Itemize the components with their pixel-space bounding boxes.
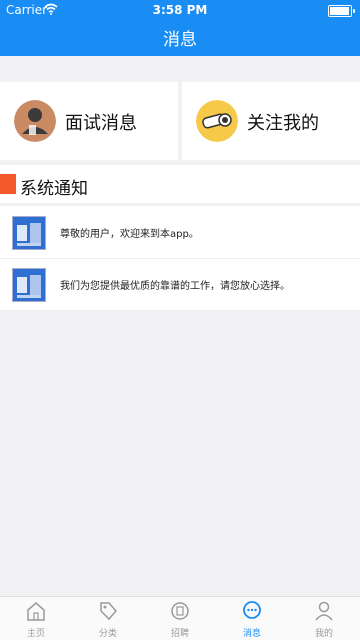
tab-home[interactable]: 主页 — [0, 597, 72, 640]
system-notice-header: 系统通知 — [0, 165, 360, 203]
tab-hire[interactable]: 招聘 — [144, 597, 216, 640]
status-bar: Carrier 3:58 PM — [0, 0, 360, 20]
tab-messages[interactable]: 消息 — [216, 597, 288, 640]
app-logo-icon — [12, 268, 46, 302]
tag-icon — [100, 602, 117, 621]
quick-cards: 面试消息 关注我的 — [0, 82, 360, 160]
interview-messages-label: 面试消息 — [65, 113, 137, 134]
tab-label: 招聘 — [170, 629, 189, 639]
tab-label: 我的 — [314, 629, 333, 639]
notification-text: 尊敬的用户，欢迎来到本app。 — [60, 229, 199, 240]
list-item[interactable]: 我们为您提供最优质的靠谱的工作，请您放心选择。 — [0, 258, 360, 311]
list-item[interactable]: 尊敬的用户，欢迎来到本app。 — [0, 206, 360, 259]
tab-category[interactable]: 分类 — [72, 597, 144, 640]
person-suit-icon — [14, 100, 56, 142]
interview-messages-card[interactable]: 面试消息 — [0, 82, 178, 160]
telescope-icon — [196, 100, 238, 142]
message-icon — [243, 601, 261, 619]
section-title: 系统通知 — [20, 179, 88, 199]
page-title: 消息 — [163, 30, 197, 50]
tab-bar: 主页 分类 招聘 消息 我的 — [0, 596, 360, 640]
tab-label: 主页 — [26, 629, 45, 639]
top-bar: Carrier 3:58 PM 消息 — [0, 0, 360, 56]
app-logo-icon — [12, 216, 46, 250]
battery-icon — [328, 5, 355, 17]
notification-list: 尊敬的用户，欢迎来到本app。 我们为您提供最优质的靠谱的工作，请您放心选择。 — [0, 206, 360, 311]
clock: 3:58 PM — [152, 3, 208, 17]
section-accent-bar — [0, 174, 16, 194]
hire-icon — [171, 602, 189, 620]
tab-label: 分类 — [98, 629, 117, 639]
profile-icon — [315, 601, 333, 621]
home-icon — [27, 602, 45, 621]
followers-card[interactable]: 关注我的 — [182, 82, 360, 160]
tab-label: 消息 — [242, 629, 261, 639]
followers-label: 关注我的 — [247, 113, 319, 134]
notification-text: 我们为您提供最优质的靠谱的工作，请您放心选择。 — [60, 281, 290, 292]
tab-profile[interactable]: 我的 — [288, 597, 360, 640]
